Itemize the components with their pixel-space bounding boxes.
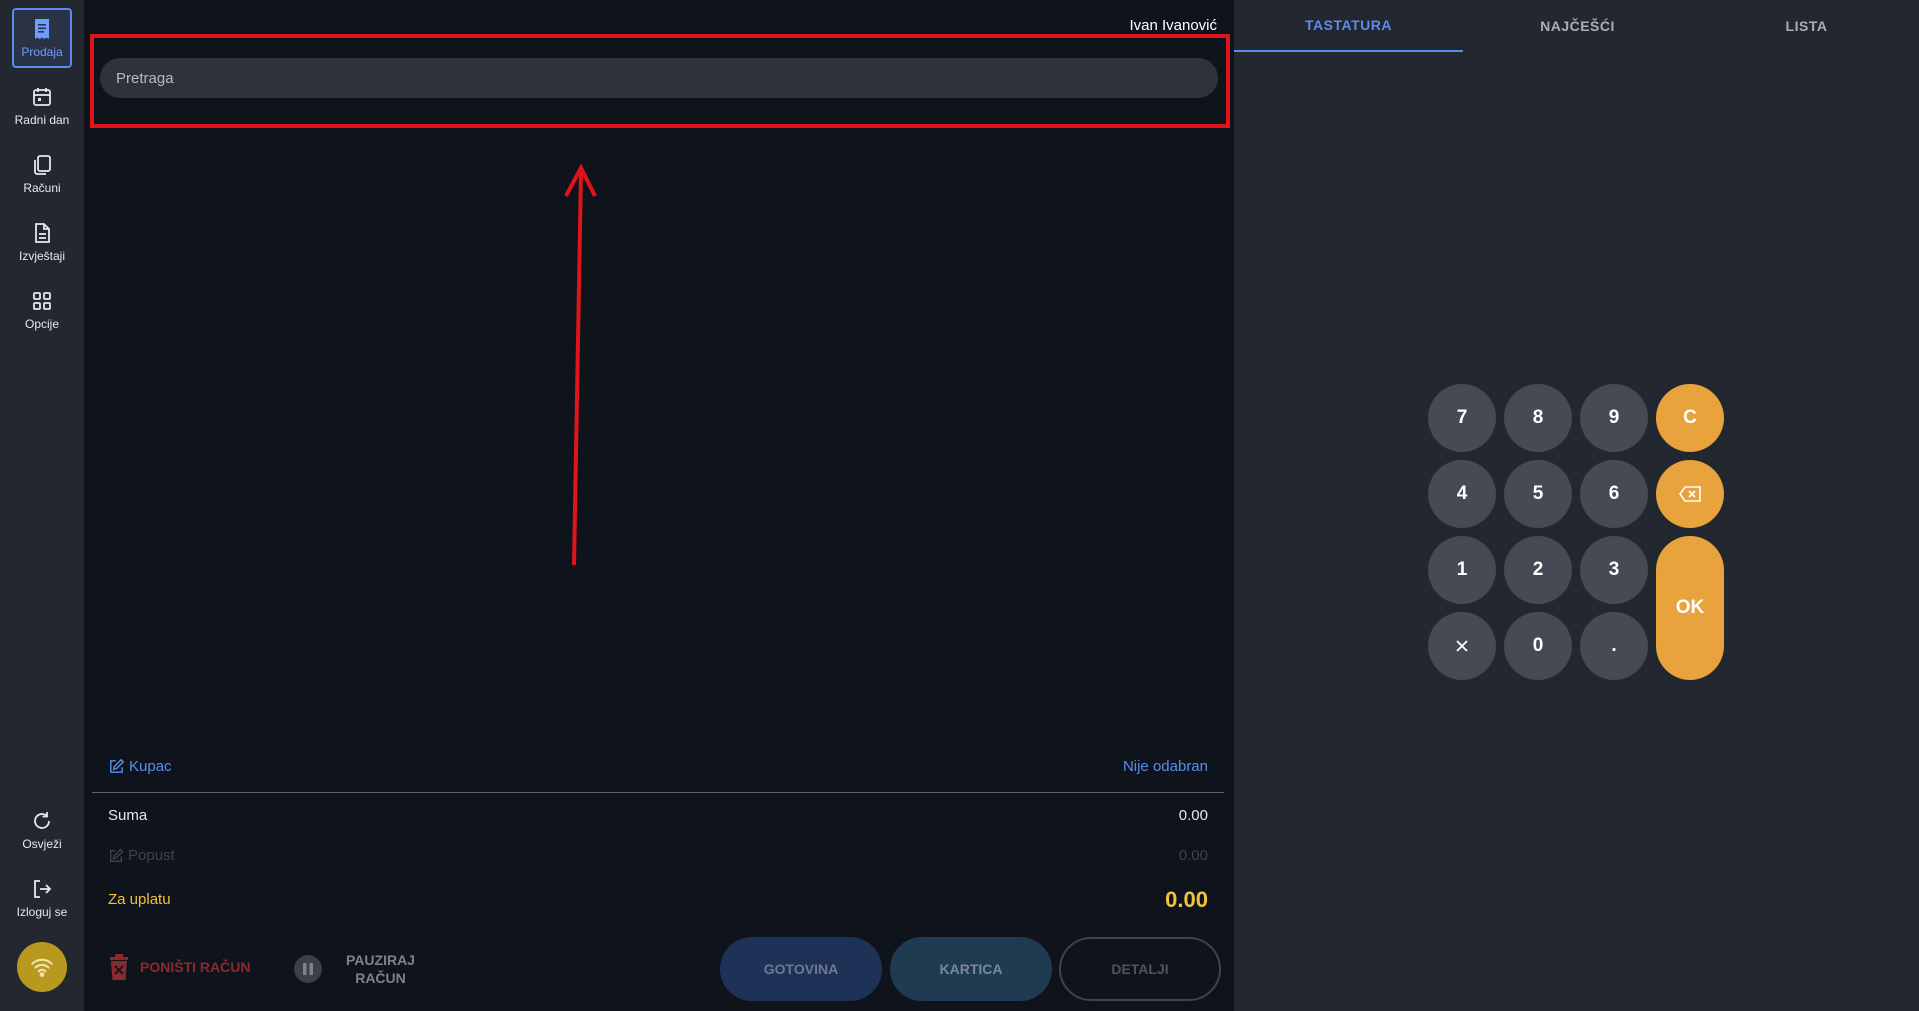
sum-row: Suma 0.00 bbox=[108, 807, 1208, 829]
pause-icon bbox=[294, 955, 322, 983]
sidebar-item-label: Radni dan bbox=[14, 113, 70, 127]
discount-value: 0.00 bbox=[1178, 847, 1208, 864]
trash-icon bbox=[110, 954, 128, 980]
key-7[interactable]: 7 bbox=[1428, 384, 1496, 452]
sidebar: Prodaja Radni dan Računi Izvještaji Opci… bbox=[0, 0, 84, 1011]
pos-app: Prodaja Radni dan Računi Izvještaji Opci… bbox=[0, 0, 1919, 1011]
edit-icon bbox=[110, 848, 124, 862]
wifi-status-button[interactable] bbox=[17, 942, 67, 992]
total-value: 0.00 bbox=[1165, 887, 1208, 912]
sidebar-item-izvjestaji[interactable]: Izvještaji bbox=[12, 212, 72, 272]
sidebar-item-label: Izvještaji bbox=[18, 249, 65, 263]
tab-bar: TASTATURA NAJČEŠĆI LISTA bbox=[1234, 0, 1919, 52]
tab-lista[interactable]: LISTA bbox=[1692, 0, 1919, 52]
sum-value: 0.00 bbox=[1178, 807, 1208, 824]
pause-receipt-label: PAUZIRAJ RAČUN bbox=[346, 952, 415, 986]
wifi-icon bbox=[31, 958, 53, 977]
key-2[interactable]: 2 bbox=[1504, 536, 1572, 604]
sidebar-item-osvjezi[interactable]: Osvježi bbox=[12, 800, 72, 860]
key-3[interactable]: 3 bbox=[1580, 536, 1648, 604]
refresh-icon bbox=[34, 812, 50, 829]
tab-tastatura[interactable]: TASTATURA bbox=[1234, 0, 1463, 52]
grid-icon bbox=[33, 292, 51, 310]
key-0[interactable]: 0 bbox=[1504, 612, 1572, 680]
divider bbox=[92, 792, 1224, 793]
annotation-arrow bbox=[564, 163, 597, 566]
key-ok[interactable]: OK bbox=[1656, 536, 1724, 680]
sidebar-item-prodaja[interactable]: Prodaja bbox=[12, 8, 72, 68]
sidebar-item-racuni[interactable]: Računi bbox=[12, 144, 72, 204]
key-1[interactable]: 1 bbox=[1428, 536, 1496, 604]
key-backspace[interactable] bbox=[1656, 460, 1724, 528]
key-4[interactable]: 4 bbox=[1428, 460, 1496, 528]
key-8[interactable]: 8 bbox=[1504, 384, 1572, 452]
bottom-actions: PONIŠTI RAČUN PAUZIRAJ RAČUN GOTOVINA KA… bbox=[84, 935, 1234, 1001]
edit-icon bbox=[110, 758, 125, 773]
documents-icon bbox=[34, 155, 51, 175]
cancel-receipt-button[interactable]: PONIŠTI RAČUN bbox=[108, 953, 250, 981]
sidebar-item-label: Osvježi bbox=[22, 837, 62, 851]
discount-row: Popust 0.00 bbox=[108, 847, 1208, 869]
key-multiply[interactable] bbox=[1428, 612, 1496, 680]
key-5[interactable]: 5 bbox=[1504, 460, 1572, 528]
logout-icon bbox=[34, 880, 52, 898]
sidebar-item-izloguj-se[interactable]: Izloguj se bbox=[12, 868, 72, 928]
cancel-receipt-label: PONIŠTI RAČUN bbox=[140, 959, 251, 975]
sidebar-item-label: Računi bbox=[23, 181, 61, 195]
sidebar-item-label: Prodaja bbox=[21, 45, 63, 59]
calendar-icon bbox=[33, 88, 51, 106]
backspace-icon bbox=[1679, 486, 1701, 502]
keypad-panel: TASTATURA NAJČEŠĆI LISTA 7 8 9 C 4 5 6 1… bbox=[1234, 0, 1919, 1011]
cash-button[interactable]: GOTOVINA bbox=[720, 937, 882, 1001]
sum-label: Suma bbox=[108, 807, 148, 824]
sidebar-item-opcije[interactable]: Opcije bbox=[12, 280, 72, 340]
total-row: Za uplatu 0.00 bbox=[108, 887, 1208, 913]
sidebar-item-radni-dan[interactable]: Radni dan bbox=[12, 76, 72, 136]
multiply-icon bbox=[1456, 640, 1468, 652]
details-button[interactable]: DETALJI bbox=[1059, 937, 1221, 1001]
discount-label: Popust bbox=[128, 847, 175, 864]
key-6[interactable]: 6 bbox=[1580, 460, 1648, 528]
key-clear[interactable]: C bbox=[1656, 384, 1724, 452]
main-panel: Ivan Ivanović Kupac Nije odabran Suma 0.… bbox=[84, 0, 1234, 1011]
discount-button[interactable]: Popust bbox=[108, 847, 175, 864]
key-9[interactable]: 9 bbox=[1580, 384, 1648, 452]
total-label: Za uplatu bbox=[108, 891, 171, 908]
customer-row: Kupac Nije odabran bbox=[108, 758, 1208, 778]
customer-label: Kupac bbox=[129, 758, 172, 775]
report-icon bbox=[35, 223, 50, 243]
receipt-icon bbox=[35, 19, 49, 39]
sidebar-item-label: Izloguj se bbox=[16, 905, 68, 919]
key-decimal[interactable]: . bbox=[1580, 612, 1648, 680]
customer-button[interactable]: Kupac bbox=[108, 758, 172, 775]
sidebar-item-label: Opcije bbox=[24, 317, 59, 331]
customer-value[interactable]: Nije odabran bbox=[1123, 758, 1208, 775]
tab-najcesci[interactable]: NAJČEŠĆI bbox=[1463, 0, 1692, 52]
card-button[interactable]: KARTICA bbox=[890, 937, 1052, 1001]
pause-receipt-button[interactable]: PAUZIRAJ RAČUN bbox=[294, 951, 415, 987]
